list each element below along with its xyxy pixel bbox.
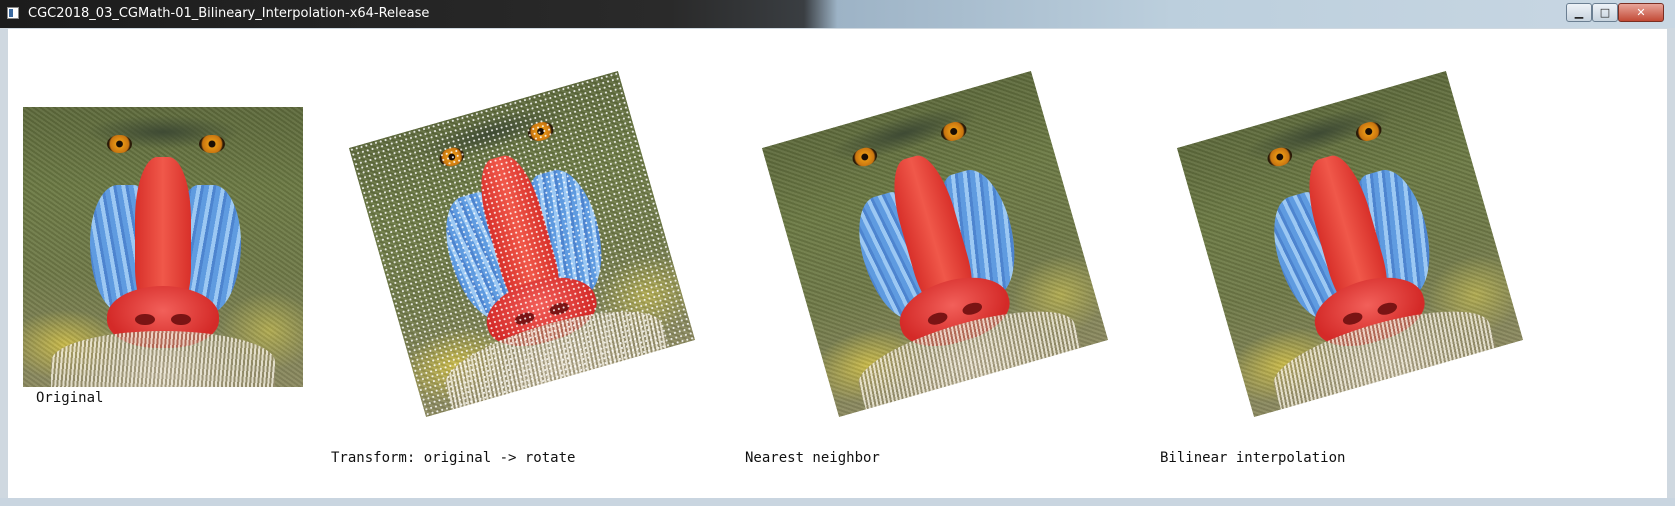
original-caption: Original: [36, 390, 104, 406]
window-frame-bottom: [0, 498, 1675, 506]
close-button[interactable]: ✕: [1618, 3, 1664, 22]
title-bar[interactable]: CGC2018_03_CGMath-01_Bilineary_Interpola…: [0, 0, 1675, 28]
nearest-caption: Nearest neighbor: [745, 450, 880, 466]
rotated-image: [348, 70, 696, 418]
bilinear-image: [1176, 70, 1524, 418]
transform-caption: Transform: original -> rotate: [331, 450, 576, 466]
maximize-button[interactable]: □: [1592, 3, 1618, 22]
image-canvas: Original Transform: original -> rotate N…: [8, 29, 1667, 498]
minimize-button[interactable]: ▁: [1566, 3, 1592, 22]
app-icon[interactable]: [7, 7, 19, 19]
bilinear-caption: Bilinear interpolation: [1160, 450, 1346, 466]
window-title: CGC2018_03_CGMath-01_Bilineary_Interpola…: [28, 6, 430, 21]
nearest-neighbor-image: [761, 70, 1109, 418]
original-image: [23, 107, 303, 387]
app-window: CGC2018_03_CGMath-01_Bilineary_Interpola…: [0, 0, 1675, 506]
